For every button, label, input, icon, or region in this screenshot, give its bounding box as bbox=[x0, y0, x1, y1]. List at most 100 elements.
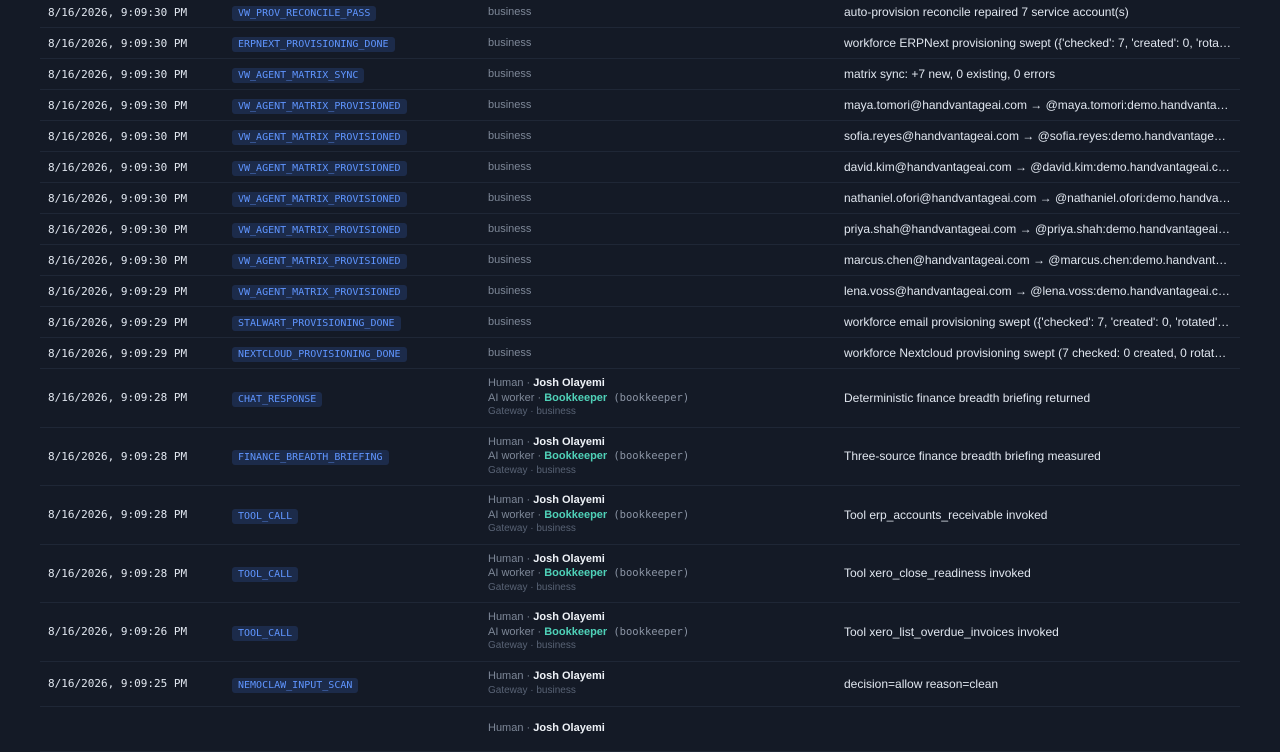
event-cell: NEXTCLOUD_PROVISIONING_DONE bbox=[232, 344, 488, 362]
event-type-badge[interactable]: VW_AGENT_MATRIX_PROVISIONED bbox=[232, 223, 407, 238]
event-type-badge[interactable]: FINANCE_BREADTH_BRIEFING bbox=[232, 450, 389, 466]
log-row[interactable]: 8/16/2026, 9:09:30 PM VW_AGENT_MATRIX_PRO… bbox=[40, 183, 1240, 214]
log-row[interactable]: 8/16/2026, 9:09:25 PM NEMOCLAW_INPUT_SCAN… bbox=[40, 662, 1240, 707]
ai-worker-label: AI worker · bbox=[488, 567, 545, 579]
ai-worker-line: AI worker · Bookkeeper (bookkeeper) bbox=[488, 391, 844, 406]
log-row[interactable]: 8/16/2026, 9:09:26 PM TOOL_CALL Human · Jo… bbox=[40, 603, 1240, 662]
event-cell: ERPNEXT_PROVISIONING_DONE bbox=[232, 34, 488, 52]
timestamp: 8/16/2026, 9:09:25 PM bbox=[48, 677, 188, 690]
detail-text: workforce email provisioning swept ({'ch… bbox=[844, 315, 1240, 329]
log-row[interactable]: Human · Josh Olayemi bbox=[40, 707, 1240, 752]
human-label: Human · bbox=[488, 377, 534, 389]
human-actor-line: Human · Josh Olayemi bbox=[488, 376, 844, 391]
timestamp: 8/16/2026, 9:09:30 PM bbox=[48, 222, 188, 236]
ai-worker-name[interactable]: Bookkeeper bbox=[544, 392, 607, 404]
ai-worker-name[interactable]: Bookkeeper bbox=[544, 567, 607, 579]
human-name: Josh Olayemi bbox=[533, 722, 605, 735]
ai-worker-name[interactable]: Bookkeeper bbox=[544, 450, 607, 462]
event-type-badge[interactable]: STALWART_PROVISIONING_DONE bbox=[232, 316, 401, 331]
event-type-badge[interactable]: NEXTCLOUD_PROVISIONING_DONE bbox=[232, 347, 407, 362]
event-cell: VW_AGENT_MATRIX_PROVISIONED bbox=[232, 251, 488, 269]
audit-log-table: 8/16/2026, 9:09:30 PM VW_PROV_RECONCILE_P… bbox=[40, 0, 1240, 752]
timestamp: 8/16/2026, 9:09:30 PM bbox=[48, 5, 188, 19]
detail-text: lena.voss@handvantageai.com → @lena.voss… bbox=[844, 284, 1235, 298]
timestamp: 8/16/2026, 9:09:30 PM bbox=[48, 160, 188, 174]
event-cell: NEMOCLAW_INPUT_SCAN bbox=[232, 675, 488, 693]
log-row[interactable]: 8/16/2026, 9:09:28 PM FINANCE_BREADTH_BRI… bbox=[40, 428, 1240, 486]
event-type-badge[interactable]: ERPNEXT_PROVISIONING_DONE bbox=[232, 37, 395, 52]
actor-cell: Human · Josh Olayemi AI worker · Bookkeep… bbox=[488, 610, 844, 654]
event-cell: VW_AGENT_MATRIX_SYNC bbox=[232, 65, 488, 83]
log-row[interactable]: 8/16/2026, 9:09:30 PM VW_AGENT_MATRIX_PRO… bbox=[40, 90, 1240, 121]
log-row[interactable]: 8/16/2026, 9:09:30 PM VW_PROV_RECONCILE_P… bbox=[40, 0, 1240, 28]
actor-cell: business bbox=[488, 129, 532, 142]
log-row[interactable]: 8/16/2026, 9:09:30 PM VW_AGENT_MATRIX_PRO… bbox=[40, 245, 1240, 276]
log-row[interactable]: 8/16/2026, 9:09:30 PM VW_AGENT_MATRIX_SYN… bbox=[40, 59, 1240, 90]
gateway-line: Gateway · business bbox=[488, 406, 576, 417]
ai-worker-name[interactable]: Bookkeeper bbox=[544, 509, 607, 521]
human-actor-line: Human · Josh Olayemi bbox=[488, 669, 844, 684]
ai-worker-line: AI worker · Bookkeeper (bookkeeper) bbox=[488, 449, 844, 464]
event-cell: TOOL_CALL bbox=[232, 564, 488, 583]
human-name: Josh Olayemi bbox=[533, 670, 605, 682]
detail-text: Tool xero_close_readiness invoked bbox=[844, 566, 1031, 581]
actor-cell: Human · Josh Olayemi bbox=[488, 721, 844, 736]
log-row[interactable]: 8/16/2026, 9:09:28 PM TOOL_CALL Human · Jo… bbox=[40, 486, 1240, 545]
ai-worker-role: (bookkeeper) bbox=[613, 508, 690, 521]
human-actor-line: Human · Josh Olayemi bbox=[488, 493, 844, 508]
log-row[interactable]: 8/16/2026, 9:09:29 PM NEXTCLOUD_PROVISION… bbox=[40, 338, 1240, 369]
actor-cell: business bbox=[488, 36, 532, 49]
event-type-badge[interactable]: CHAT_RESPONSE bbox=[232, 391, 323, 407]
human-name: Josh Olayemi bbox=[533, 494, 605, 506]
human-label: Human · bbox=[488, 611, 534, 623]
log-row[interactable]: 8/16/2026, 9:09:28 PM TOOL_CALL Human · Jo… bbox=[40, 545, 1240, 603]
ai-worker-label: AI worker · bbox=[488, 450, 545, 462]
timestamp: 8/16/2026, 9:09:30 PM bbox=[48, 191, 188, 205]
timestamp: 8/16/2026, 9:09:30 PM bbox=[48, 98, 188, 112]
ai-worker-role: (bookkeeper) bbox=[613, 567, 690, 579]
detail-text: sofia.reyes@handvantageai.com → @sofia.r… bbox=[844, 129, 1240, 143]
ai-worker-line: AI worker · Bookkeeper (bookkeeper) bbox=[488, 625, 844, 640]
event-type-badge[interactable]: VW_AGENT_MATRIX_PROVISIONED bbox=[232, 285, 407, 300]
log-row[interactable]: 8/16/2026, 9:09:30 PM VW_AGENT_MATRIX_PRO… bbox=[40, 121, 1240, 152]
human-actor-line: Human · Josh Olayemi bbox=[488, 610, 844, 625]
event-cell: VW_AGENT_MATRIX_PROVISIONED bbox=[232, 220, 488, 238]
detail-text: Deterministic finance breadth briefing r… bbox=[844, 390, 1091, 405]
log-row[interactable]: 8/16/2026, 9:09:29 PM VW_AGENT_MATRIX_PRO… bbox=[40, 276, 1240, 307]
timestamp: 8/16/2026, 9:09:30 PM bbox=[48, 36, 188, 50]
event-type-badge[interactable]: VW_PROV_RECONCILE_PASS bbox=[232, 6, 377, 21]
event-type-badge[interactable]: VW_AGENT_MATRIX_PROVISIONED bbox=[232, 192, 407, 207]
log-row[interactable]: 8/16/2026, 9:09:30 PM VW_AGENT_MATRIX_PRO… bbox=[40, 152, 1240, 183]
event-type-badge[interactable]: VW_AGENT_MATRIX_SYNC bbox=[232, 68, 365, 83]
log-row[interactable]: 8/16/2026, 9:09:30 PM ERPNEXT_PROVISIONIN… bbox=[40, 28, 1240, 59]
event-type-badge[interactable]: VW_AGENT_MATRIX_PROVISIONED bbox=[232, 161, 407, 176]
log-row[interactable]: 8/16/2026, 9:09:28 PM CHAT_RESPONSE Human … bbox=[40, 369, 1240, 428]
event-type-badge[interactable]: NEMOCLAW_INPUT_SCAN bbox=[232, 677, 359, 693]
human-label: Human · bbox=[488, 494, 534, 506]
event-cell: VW_AGENT_MATRIX_PROVISIONED bbox=[232, 189, 488, 207]
event-cell: VW_PROV_RECONCILE_PASS bbox=[232, 3, 488, 21]
event-type-badge[interactable]: TOOL_CALL bbox=[232, 508, 299, 524]
ai-worker-name[interactable]: Bookkeeper bbox=[544, 626, 607, 638]
human-label: Human · bbox=[488, 722, 534, 735]
actor-cell: business bbox=[488, 67, 532, 80]
ai-worker-role: (bookkeeper) bbox=[613, 450, 690, 462]
human-actor-line: Human · Josh Olayemi bbox=[488, 721, 844, 736]
event-type-badge[interactable]: TOOL_CALL bbox=[232, 625, 299, 641]
log-row[interactable]: 8/16/2026, 9:09:30 PM VW_AGENT_MATRIX_PRO… bbox=[40, 214, 1240, 245]
event-type-badge[interactable]: VW_AGENT_MATRIX_PROVISIONED bbox=[232, 254, 407, 269]
event-cell: VW_AGENT_MATRIX_PROVISIONED bbox=[232, 127, 488, 145]
event-type-badge[interactable]: TOOL_CALL bbox=[232, 567, 299, 583]
timestamp: 8/16/2026, 9:09:26 PM bbox=[48, 625, 188, 639]
detail-text: Tool xero_list_overdue_invoices invoked bbox=[844, 624, 1059, 639]
actor-cell: Human · Josh Olayemi AI worker · Bookkeep… bbox=[488, 376, 844, 420]
detail-text: decision=allow reason=clean bbox=[844, 676, 999, 691]
event-type-badge[interactable]: VW_AGENT_MATRIX_PROVISIONED bbox=[232, 130, 407, 145]
detail-text: Three-source finance breadth briefing me… bbox=[844, 449, 1101, 464]
detail-text: david.kim@handvantageai.com → @david.kim… bbox=[844, 160, 1235, 174]
detail-text: nathaniel.ofori@handvantageai.com → @nat… bbox=[844, 191, 1240, 205]
event-type-badge[interactable]: VW_AGENT_MATRIX_PROVISIONED bbox=[232, 99, 407, 114]
log-row[interactable]: 8/16/2026, 9:09:29 PM STALWART_PROVISIONI… bbox=[40, 307, 1240, 338]
timestamp: 8/16/2026, 9:09:28 PM bbox=[48, 391, 188, 405]
timestamp: 8/16/2026, 9:09:29 PM bbox=[48, 315, 188, 329]
